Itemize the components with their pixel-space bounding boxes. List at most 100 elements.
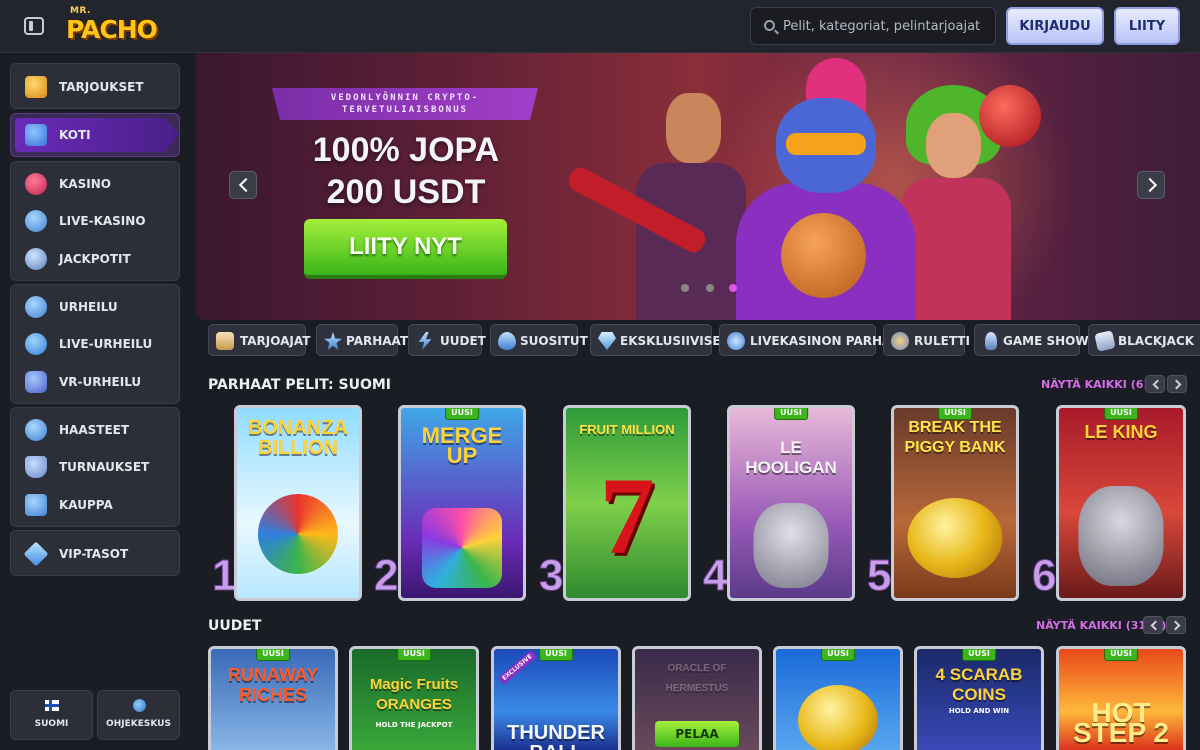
microphone-icon <box>985 332 997 350</box>
new-badge: UUSI <box>397 649 431 661</box>
search-input[interactable] <box>783 16 988 36</box>
game-tile[interactable]: UUSI <box>773 646 903 750</box>
new-games-next-icon[interactable] <box>1166 616 1186 634</box>
game-tile[interactable]: UUSI BREAK THE PIGGY BANK <box>891 405 1019 601</box>
banner-prev-icon[interactable] <box>229 171 257 199</box>
piggy-bank-art <box>907 498 1003 578</box>
golden-pig-art <box>798 685 878 750</box>
sidebar-item-shop[interactable]: KAUPPA <box>11 488 181 522</box>
logo-main-text: PACHO <box>66 15 158 44</box>
gift-icon <box>25 76 47 98</box>
chip-best[interactable]: PARHAAT <box>316 324 408 356</box>
chip-label: TARJOAJAT <box>240 334 311 348</box>
top-games-title: PARHAAT PELIT: SUOMI <box>208 377 392 393</box>
game-tile[interactable]: UUSI LE HOOLIGAN <box>727 405 855 601</box>
sidebar-group-sports: URHEILU LIVE-URHEILU VR-URHEILU <box>10 284 180 404</box>
carousel-dot-active[interactable] <box>729 284 737 292</box>
sidebar-item-live-sports[interactable]: LIVE-URHEILU <box>11 327 181 361</box>
promo-banner[interactable]: VEDONLYÖNNIN CRYPTO-TERVETULIAISBONUS 10… <box>196 53 1200 320</box>
cards-icon <box>1094 330 1116 352</box>
game-tile[interactable]: FRUIT MILLION 7 <box>563 405 691 601</box>
game-tile[interactable]: UUSI 4 SCARAB COINS HOLD AND WIN <box>914 646 1044 750</box>
new-badge: UUSI <box>962 649 996 661</box>
top-games-next-icon[interactable] <box>1167 375 1187 393</box>
sidebar-item-jackpots[interactable]: JACKPOTIT <box>11 242 181 276</box>
help-center-button[interactable]: OHJEKESKUS <box>97 690 180 740</box>
help-center-label: OHJEKESKUS <box>106 719 171 729</box>
sidebar-item-promos[interactable]: TARJOUKSET <box>11 70 181 104</box>
sidebar-item-label: TARJOUKSET <box>59 80 144 94</box>
game-tile[interactable]: UUSI LE KING <box>1056 405 1186 601</box>
sidebar-item-challenges[interactable]: HAASTEET <box>11 413 181 447</box>
raccoon-art <box>753 503 829 588</box>
game-tile[interactable]: BONANZA BILLION <box>234 405 362 601</box>
join-button[interactable]: LIITY <box>1114 7 1180 45</box>
game-tile[interactable]: UUSI HOT STEP 2 <box>1056 646 1186 750</box>
sidebar-item-label: LIVE-KASINO <box>59 214 146 228</box>
language-button[interactable]: SUOMI <box>10 690 93 740</box>
join-now-button[interactable]: LIITY NYT <box>304 219 507 279</box>
category-chips: TARJOAJAT PARHAAT UUDET SUOSITUT EKSKLUS… <box>208 324 1200 358</box>
chip-game-shows[interactable]: GAME SHOWT <box>974 324 1097 356</box>
sidebar-item-label: KOTI <box>59 128 91 142</box>
sidebar-item-sports[interactable]: URHEILU <box>11 290 181 324</box>
basket-icon <box>25 494 47 516</box>
roulette-icon <box>891 332 909 350</box>
promo-line-1: 100% JOPA <box>312 131 500 169</box>
crypto-ball-image <box>979 85 1041 147</box>
casino-chip-icon <box>25 210 47 232</box>
chip-popular[interactable]: SUOSITUT <box>490 324 588 356</box>
medal-icon <box>25 419 47 441</box>
game-title: HOT STEP 2 <box>1073 697 1169 748</box>
game-tile[interactable]: ORACLE OF HERMESTUS PELAA <box>632 646 762 750</box>
chip-exclusive[interactable]: EKSKLUSIIVISET <box>590 324 729 356</box>
new-badge: UUSI <box>256 649 290 661</box>
game-tile[interactable]: UUSI EXCLUSIVE THUNDER BALL <box>491 646 621 750</box>
rank-number: 3 <box>538 551 564 601</box>
promo-headline: 100% JOPA 200 USDT <box>296 129 516 213</box>
top-games-prev-icon[interactable] <box>1145 375 1165 393</box>
sidebar-item-casino[interactable]: KASINO <box>11 167 181 201</box>
gamepad-icon <box>25 371 47 393</box>
login-button[interactable]: KIRJAUDU <box>1006 7 1104 45</box>
play-button[interactable]: PELAA <box>655 721 739 747</box>
chip-blackjack[interactable]: BLACKJACK <box>1088 324 1200 356</box>
game-title: THUNDER BALL <box>507 722 605 750</box>
casino-chip-icon <box>727 332 745 350</box>
sidebar-item-home[interactable]: KOTI <box>15 118 179 152</box>
sidebar-item-live-casino[interactable]: LIVE-KASINO <box>11 204 181 238</box>
game-title: RUNAWAY RICHES <box>227 665 319 705</box>
sidebar-item-vr-sports[interactable]: VR-URHEILU <box>11 365 181 399</box>
sidebar-item-tournaments[interactable]: TURNAUKSET <box>11 450 181 484</box>
carousel-dot[interactable] <box>681 284 689 292</box>
carousel-dot[interactable] <box>706 284 714 292</box>
promo-line-2: 200 USDT <box>326 173 486 211</box>
play-icon <box>25 333 47 355</box>
banner-next-icon[interactable] <box>1137 171 1165 199</box>
sidebar-group-home: KOTI <box>10 113 180 157</box>
top-header: MR. PACHO KIRJAUDU LIITY <box>0 0 1200 53</box>
game-tile[interactable]: UUSI Magic Fruits ORANGES HOLD THE JACKP… <box>349 646 479 750</box>
chip-roulette[interactable]: RULETTI <box>883 324 970 356</box>
seven-art: 7 <box>599 455 655 577</box>
finland-flag-icon <box>45 700 59 711</box>
game-tile[interactable]: UUSI RUNAWAY RICHES <box>208 646 338 750</box>
bonus-ribbon: VEDONLYÖNNIN CRYPTO-TERVETULIAISBONUS <box>272 88 538 120</box>
game-tile[interactable]: UUSI MERGE UP <box>398 405 526 601</box>
chip-providers[interactable]: TARJOAJAT <box>208 324 310 356</box>
search-box[interactable] <box>750 7 996 45</box>
star-icon <box>324 332 342 350</box>
sidebar-item-label: URHEILU <box>59 300 118 314</box>
game-title: Magic Fruits ORANGES <box>369 676 459 713</box>
sidebar-group-casino: KASINO LIVE-KASINO JACKPOTIT <box>10 161 180 281</box>
chip-live-casino-best[interactable]: LIVEKASINON PARHAAT <box>719 324 908 356</box>
game-title: BREAK THE PIGGY BANK <box>904 419 1006 456</box>
game-title: LE HOOLIGAN <box>745 438 837 477</box>
sidebar-item-vip[interactable]: VIP-TASOT <box>11 537 181 571</box>
sidebar-toggle-icon[interactable] <box>24 17 44 35</box>
new-games-prev-icon[interactable] <box>1143 616 1163 634</box>
chip-new[interactable]: UUDET <box>408 324 486 356</box>
cherries-icon <box>25 173 47 195</box>
chip-label: GAME SHOWT <box>1003 334 1097 348</box>
logo[interactable]: MR. PACHO <box>66 6 158 46</box>
